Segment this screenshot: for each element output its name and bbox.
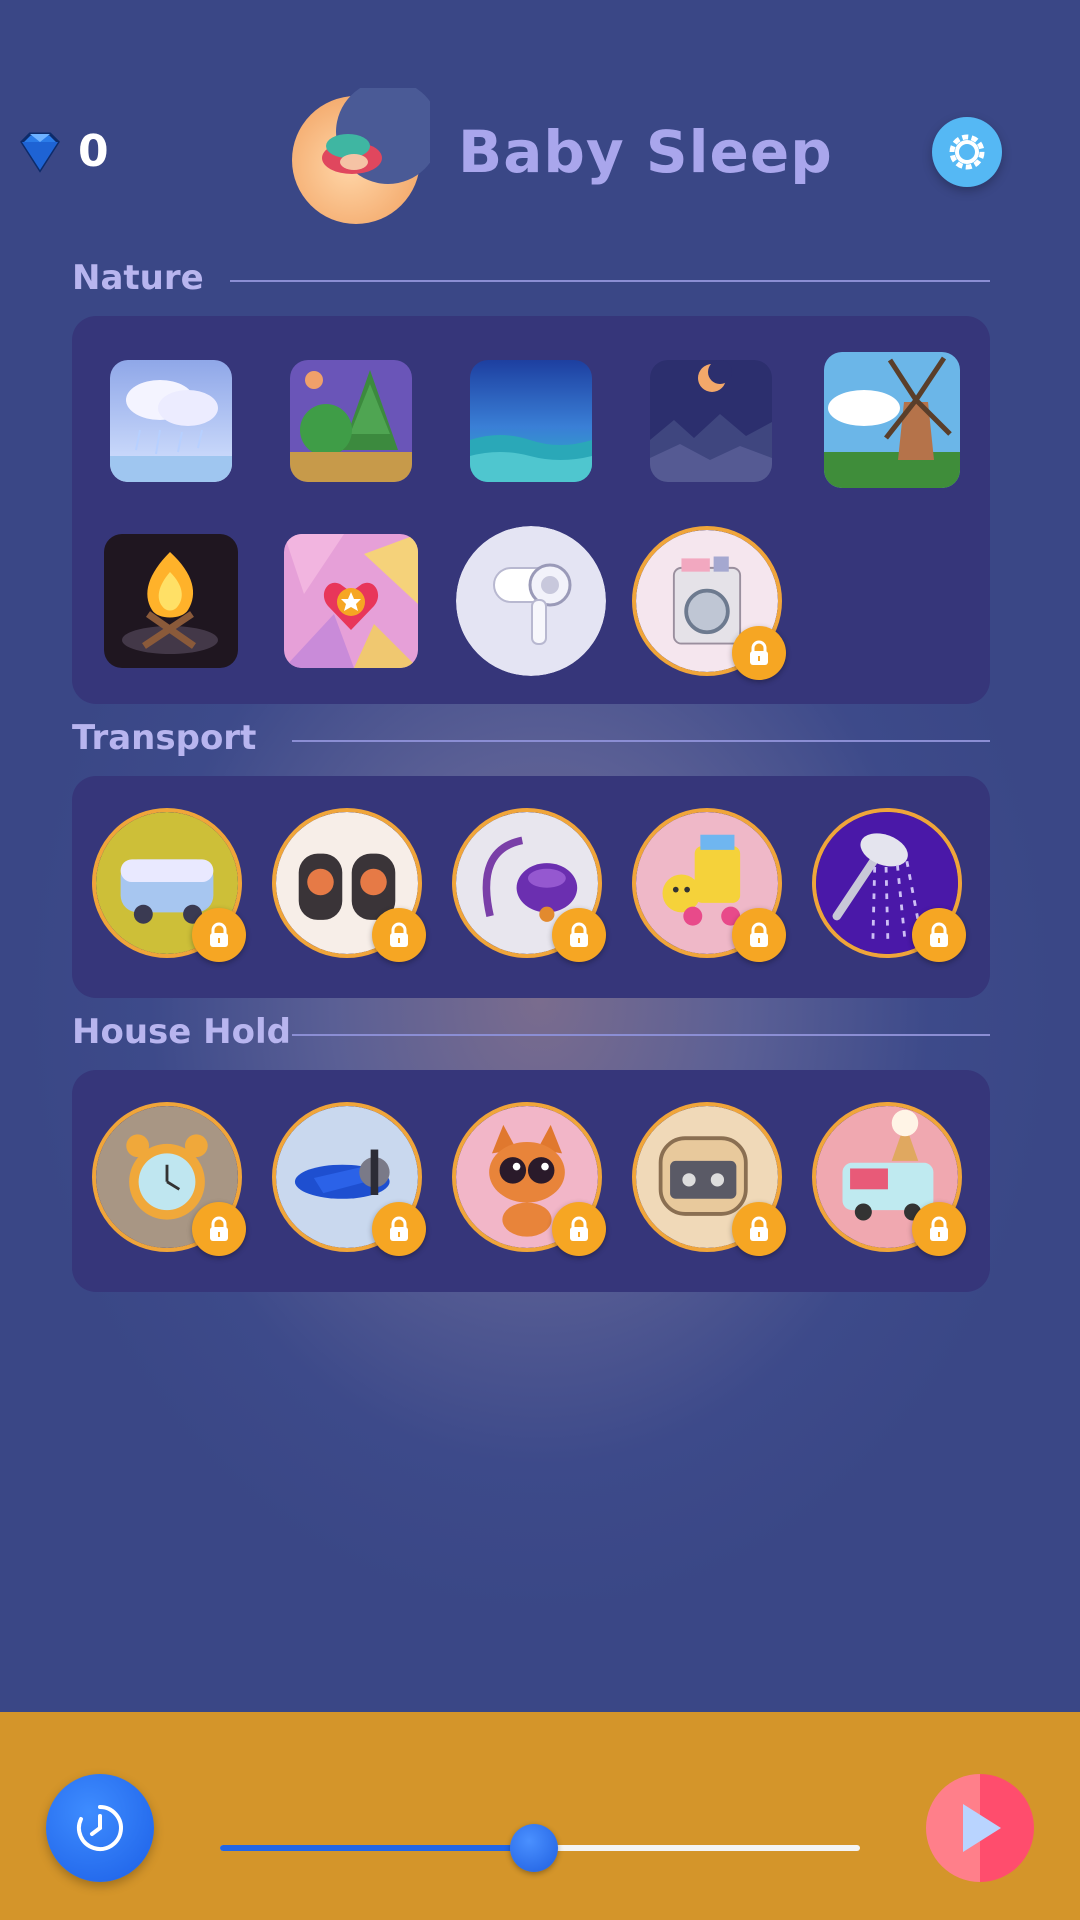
windmill-icon	[824, 352, 960, 488]
diamond-icon	[20, 132, 60, 173]
sound-tile-hair-dryer[interactable]	[456, 526, 606, 676]
padlock-icon	[210, 1216, 228, 1241]
lock-badge	[732, 908, 786, 962]
padlock-icon	[930, 922, 948, 947]
lock-badge	[732, 626, 786, 680]
timer-icon	[77, 1805, 123, 1851]
ocean-icon	[470, 360, 592, 482]
padlock-icon	[750, 640, 768, 665]
lock-badge	[732, 1202, 786, 1256]
sound-tile-forest[interactable]	[290, 360, 412, 482]
sound-tile-campfire[interactable]	[104, 534, 238, 668]
slider-thumb[interactable]	[509, 1824, 558, 1872]
campfire-icon	[104, 534, 238, 668]
sound-tile-toy-train[interactable]	[632, 808, 786, 962]
gem-count: 0	[78, 126, 109, 177]
section-divider	[230, 280, 990, 282]
sound-tile-washing-machine[interactable]	[632, 526, 786, 680]
sound-tile-alarm-clock[interactable]	[92, 1102, 246, 1256]
lock-badge	[372, 908, 426, 962]
lock-badge	[192, 1202, 246, 1256]
sound-tile-ice-cream-truck[interactable]	[812, 1102, 966, 1256]
household-panel	[72, 1070, 990, 1292]
rain-cloud-icon	[110, 360, 232, 482]
padlock-icon	[570, 1216, 588, 1241]
sound-tile-airplane[interactable]	[272, 1102, 426, 1256]
sound-tile-vacuum[interactable]	[452, 808, 606, 962]
header: 0 Baby Sleep	[0, 0, 1080, 240]
padlock-icon	[390, 922, 408, 947]
lock-badge	[372, 1202, 426, 1256]
sound-tile-rain[interactable]	[110, 360, 232, 482]
lock-badge	[912, 908, 966, 962]
padlock-icon	[210, 922, 228, 947]
play-icon	[963, 1804, 1001, 1852]
app-title: Baby Sleep	[458, 118, 833, 186]
timer-button[interactable]	[46, 1774, 154, 1882]
padlock-icon	[390, 1216, 408, 1241]
settings-button[interactable]	[932, 117, 1002, 187]
sound-tile-cat[interactable]	[452, 1102, 606, 1256]
sound-tile-ocean[interactable]	[470, 360, 592, 482]
section-title-transport: Transport	[72, 718, 257, 758]
sound-tile-cassette[interactable]	[632, 1102, 786, 1256]
volume-slider[interactable]	[220, 1824, 860, 1872]
padlock-icon	[750, 1216, 768, 1241]
section-title-household: House Hold	[72, 1012, 291, 1052]
lock-badge	[552, 1202, 606, 1256]
transport-panel	[72, 776, 990, 998]
nature-panel	[72, 316, 990, 704]
lock-badge	[552, 908, 606, 962]
heart-pattern-icon	[284, 534, 418, 668]
moon-logo-icon	[292, 88, 430, 224]
sound-tile-windmill[interactable]	[824, 352, 960, 488]
padlock-icon	[570, 922, 588, 947]
player-bar	[0, 1712, 1080, 1920]
gear-icon	[949, 134, 985, 170]
gem-counter[interactable]: 0	[16, 126, 109, 177]
sound-tile-night[interactable]	[650, 360, 772, 482]
forest-icon	[290, 360, 412, 482]
sound-tile-shower[interactable]	[812, 808, 966, 962]
play-button[interactable]	[926, 1774, 1034, 1882]
section-divider	[292, 1034, 990, 1036]
padlock-icon	[930, 1216, 948, 1241]
sound-tile-van[interactable]	[92, 808, 246, 962]
sound-tile-heart[interactable]	[284, 534, 418, 668]
sound-tile-fan[interactable]	[272, 808, 426, 962]
lock-badge	[912, 1202, 966, 1256]
padlock-icon	[750, 922, 768, 947]
section-title-nature: Nature	[72, 258, 204, 298]
section-divider	[292, 740, 990, 742]
hair-dryer-icon	[456, 526, 606, 676]
lock-badge	[192, 908, 246, 962]
slider-fill	[220, 1845, 534, 1851]
night-moon-icon	[650, 360, 772, 482]
